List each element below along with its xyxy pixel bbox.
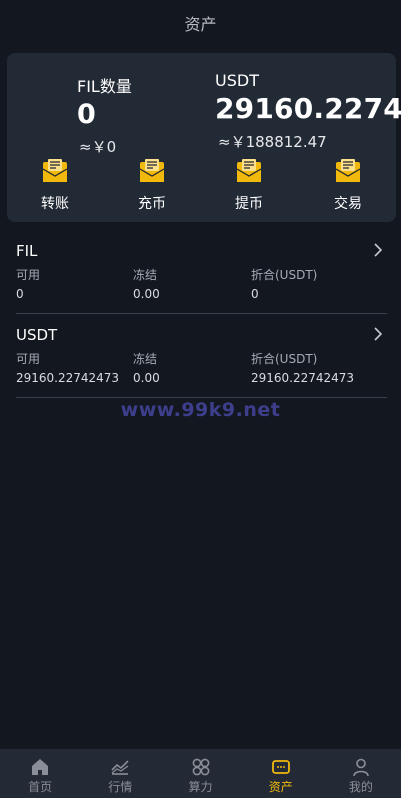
hashrate-icon: [192, 758, 209, 776]
available-label: 可用: [16, 352, 41, 366]
tab-label: 首页: [28, 780, 53, 794]
tab-label: 资产: [268, 780, 293, 794]
envelope-icon: [236, 159, 262, 182]
asset-row-usdt[interactable]: USDT 可用 29160.22742473 冻结 0.00 折合(USDT) …: [16, 318, 387, 398]
tab-label: 我的: [348, 780, 373, 794]
withdraw-button[interactable]: 提币: [219, 159, 279, 213]
usdt-balance: USDT 29160.2274 ≈￥188812.47: [215, 71, 401, 152]
usdt-balance-cny: ≈￥188812.47: [218, 133, 327, 151]
tab-label: 行情: [108, 780, 133, 794]
converted-label: 折合(USDT): [251, 352, 318, 366]
user-icon: [353, 758, 369, 777]
available-value: 0: [16, 287, 24, 301]
chevron-right-icon[interactable]: [371, 241, 385, 259]
available-column: 可用 29160.22742473: [16, 350, 119, 385]
balance-card: FIL数量 0 ≈￥0 USDT 29160.2274 ≈￥188812.47 …: [7, 53, 401, 222]
trade-label: 交易: [334, 196, 362, 212]
transfer-label: 转账: [41, 196, 69, 212]
envelope-icon: [335, 159, 361, 182]
asset-row-fil[interactable]: FIL 可用 0 冻结 0.00 折合(USDT) 0: [16, 234, 387, 314]
available-label: 可用: [16, 268, 41, 282]
fil-balance-cny: ≈￥0: [79, 138, 117, 156]
transfer-button[interactable]: 转账: [25, 159, 85, 213]
tab-market[interactable]: 行情: [80, 749, 160, 798]
home-icon: [32, 759, 49, 775]
envelope-icon: [139, 159, 165, 182]
top-bar: 资产: [0, 0, 401, 46]
chevron-right-icon[interactable]: [371, 325, 385, 343]
asset-name: FIL: [16, 242, 38, 260]
frozen-label: 冻结: [133, 352, 158, 366]
deposit-button[interactable]: 充币: [122, 159, 182, 213]
watermark: www.99k9.net: [120, 399, 281, 421]
fil-balance-label: FIL数量: [77, 77, 132, 96]
wallet-icon: [271, 760, 290, 774]
available-value: 29160.22742473: [16, 371, 120, 385]
chart-icon: [111, 760, 129, 775]
envelope-icon: [42, 159, 68, 182]
usdt-balance-label: USDT: [215, 71, 259, 90]
fil-balance: FIL数量 0 ≈￥0: [77, 73, 132, 157]
frozen-column: 冻结 0.00: [133, 350, 160, 385]
bottom-tab-bar: 首页 行情 算力 资产 我的: [0, 749, 401, 798]
converted-value: 29160.22742473: [251, 371, 355, 385]
fil-balance-amount: 0: [77, 99, 96, 130]
available-column: 可用 0: [16, 266, 40, 301]
frozen-label: 冻结: [133, 268, 158, 282]
converted-column: 折合(USDT) 0: [251, 266, 317, 301]
trade-button[interactable]: 交易: [318, 159, 378, 213]
frozen-column: 冻结 0.00: [133, 266, 160, 301]
frozen-value: 0.00: [133, 371, 160, 385]
tab-assets[interactable]: 资产: [241, 749, 321, 798]
converted-column: 折合(USDT) 29160.22742473: [251, 350, 354, 385]
converted-label: 折合(USDT): [251, 268, 318, 282]
usdt-balance-amount: 29160.2274: [215, 92, 401, 125]
deposit-label: 充币: [138, 196, 166, 212]
tab-label: 算力: [188, 780, 213, 794]
converted-value: 0: [251, 287, 259, 301]
tab-hashrate[interactable]: 算力: [160, 749, 240, 798]
page-title: 资产: [184, 15, 217, 34]
withdraw-label: 提币: [235, 196, 263, 212]
tab-home[interactable]: 首页: [0, 749, 80, 798]
asset-name: USDT: [16, 326, 58, 344]
tab-profile[interactable]: 我的: [321, 749, 401, 798]
frozen-value: 0.00: [133, 287, 160, 301]
